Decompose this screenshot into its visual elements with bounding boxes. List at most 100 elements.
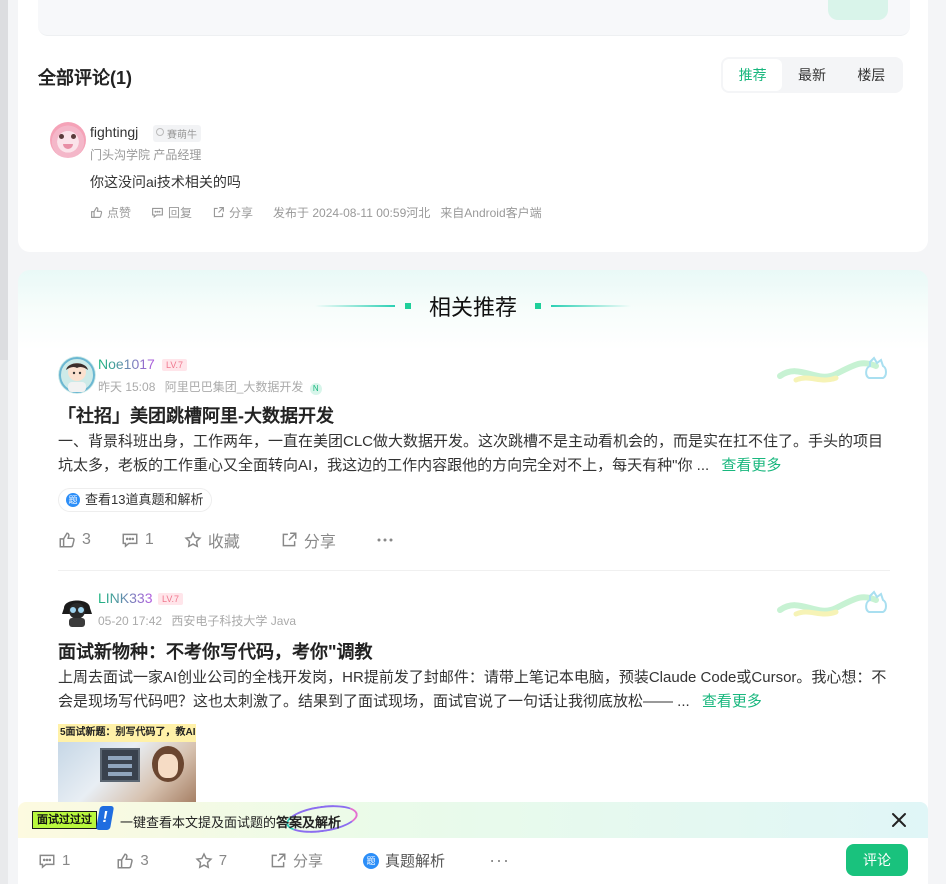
comment-button[interactable]: 1 bbox=[38, 852, 70, 870]
status-badge: 賽萌牛 bbox=[153, 125, 201, 142]
divider bbox=[314, 305, 395, 307]
comment-author-info: 门头沟学院 产品经理 bbox=[90, 148, 202, 162]
chip-label: 查看13道真题和解析 bbox=[85, 492, 204, 507]
like-button[interactable]: 3 bbox=[116, 852, 149, 870]
comment-published-time: 发布于 2024-08-11 00:59 bbox=[273, 206, 407, 220]
related-recommendations: 相关推荐 Noe1017 LV.7 昨天 15:08 阿里巴巴集团_大数据开发 … bbox=[18, 270, 928, 884]
comments-title: 全部评论(1) bbox=[38, 68, 132, 88]
answers-banner[interactable]: 面试过过过 ! 一键查看本文提及面试题的答案及解析 bbox=[18, 801, 928, 838]
comment-icon bbox=[122, 533, 138, 548]
solutions-button[interactable]: 题 真题解析 bbox=[363, 850, 445, 871]
avatar[interactable] bbox=[58, 590, 96, 628]
sort-tabs: 推荐 最新 楼层 bbox=[721, 57, 903, 93]
read-more-link[interactable]: 查看更多 bbox=[702, 693, 762, 710]
solutions-label: 真题解析 bbox=[385, 853, 446, 870]
more-icon: ··· bbox=[489, 850, 511, 870]
tab-latest[interactable]: 最新 bbox=[782, 59, 841, 91]
share-icon bbox=[282, 532, 297, 547]
banner-text-prefix: 一键查看本文提及面试题的 bbox=[120, 815, 277, 830]
badge-icon bbox=[156, 128, 164, 136]
share-label: 分享 bbox=[229, 206, 254, 220]
question-icon: 题 bbox=[363, 852, 380, 869]
post-org: 阿里巴巴集团_大数据开发 bbox=[164, 380, 304, 394]
like-button[interactable]: 3 bbox=[58, 531, 91, 549]
thumbnail-caption: 5面试新题：别写代码了，教AI写 bbox=[58, 724, 196, 742]
thumbnail-face bbox=[158, 754, 178, 778]
more-button[interactable] bbox=[376, 531, 400, 549]
previous-section-bottom bbox=[38, 0, 910, 36]
share-icon bbox=[271, 853, 286, 867]
badge-label: 賽萌牛 bbox=[167, 130, 197, 141]
star-button[interactable]: 7 bbox=[195, 851, 228, 870]
share-button[interactable]: 分享 bbox=[280, 528, 336, 552]
thumb-up-icon bbox=[59, 532, 75, 548]
level-badge: LV.7 bbox=[158, 593, 184, 605]
star-icon bbox=[195, 851, 213, 869]
like-count: 3 bbox=[82, 531, 91, 548]
like-count: 3 bbox=[140, 852, 149, 869]
banner-text[interactable]: 一键查看本文提及面试题的答案及解析 bbox=[120, 812, 341, 831]
avatar[interactable] bbox=[50, 122, 86, 158]
more-icon bbox=[377, 538, 393, 542]
share-button[interactable]: 分享 bbox=[269, 850, 323, 871]
tab-recommended[interactable]: 推荐 bbox=[723, 59, 783, 91]
comment-icon bbox=[39, 854, 55, 869]
post-meta: 昨天 15:08 阿里巴巴集团_大数据开发 N bbox=[98, 378, 322, 395]
tab-floor[interactable]: 楼层 bbox=[842, 59, 901, 91]
comment-count: 1 bbox=[62, 852, 71, 869]
like-label: 点赞 bbox=[107, 206, 132, 220]
thumb-up-icon bbox=[117, 853, 134, 868]
post-author-name: Noe1017 bbox=[98, 356, 155, 372]
post-body: 上周去面试一家AI创业公司的全栈开发岗，HR提前发了封邮件：请带上笔记本电脑，预… bbox=[58, 669, 887, 710]
comments-card: 全部评论(1) 推荐 最新 楼层 fightingj 賽萌牛 门头沟学院 产品经… bbox=[18, 0, 928, 252]
post-actions: 3 1 收藏 分享 bbox=[58, 528, 400, 552]
share-label: 分享 bbox=[303, 534, 336, 551]
post-title[interactable]: 面试新物种：不考你写代码，考你"调教 bbox=[58, 638, 373, 664]
post-time: 05-20 17:42 bbox=[98, 614, 163, 628]
comment-submit-button[interactable]: 评论 bbox=[846, 844, 908, 876]
thumbnail-screen bbox=[100, 748, 140, 782]
reply-label: 回复 bbox=[168, 206, 193, 220]
section-title: 相关推荐 bbox=[428, 295, 517, 320]
comment-text: 你这没问ai技术相关的吗 bbox=[90, 174, 241, 190]
decor-square bbox=[535, 303, 541, 309]
verified-icon: N bbox=[309, 383, 322, 395]
thumb-up-icon bbox=[91, 207, 103, 218]
scrollbar-thumb[interactable] bbox=[0, 0, 8, 360]
star-icon bbox=[184, 531, 202, 548]
post-excerpt: 上周去面试一家AI创业公司的全栈开发岗，HR提前发了封邮件：请带上笔记本电脑，预… bbox=[58, 666, 890, 714]
decoration-icon bbox=[777, 356, 887, 383]
collect-label: 收藏 bbox=[207, 534, 240, 551]
post-meta: 05-20 17:42 西安电子科技大学 Java bbox=[98, 612, 296, 629]
comment-icon bbox=[152, 207, 163, 219]
more-button[interactable]: ··· bbox=[489, 850, 510, 871]
share-button[interactable]: 分享 bbox=[212, 204, 253, 221]
bottom-action-bar: 1 3 7 分享 题 真题解析 ··· 评论 bbox=[18, 838, 928, 884]
question-icon: 题 bbox=[66, 493, 80, 507]
avatar[interactable] bbox=[58, 356, 96, 394]
post-item[interactable]: LINK333 LV.7 05-20 17:42 西安电子科技大学 Java 面… bbox=[58, 590, 890, 810]
comment-button[interactable]: 1 bbox=[121, 531, 154, 549]
previous-section-tab bbox=[828, 0, 888, 20]
reply-button[interactable]: 回复 bbox=[151, 204, 192, 221]
post-author[interactable]: Noe1017 bbox=[98, 356, 155, 372]
like-button[interactable]: 点赞 bbox=[90, 204, 131, 221]
divider bbox=[58, 570, 890, 571]
post-item[interactable]: Noe1017 LV.7 昨天 15:08 阿里巴巴集团_大数据开发 N 「社招… bbox=[58, 356, 890, 556]
section-header: 相关推荐 bbox=[18, 292, 928, 320]
questions-chip[interactable]: 题 查看13道真题和解析 bbox=[58, 488, 213, 512]
comment-count: 1 bbox=[144, 531, 154, 548]
comment-author[interactable]: fightingj bbox=[90, 124, 138, 140]
star-count: 7 bbox=[218, 852, 228, 869]
close-icon[interactable] bbox=[888, 809, 910, 831]
comment-location: 河北 bbox=[406, 206, 431, 220]
post-author[interactable]: LINK333 bbox=[98, 590, 152, 606]
collect-button[interactable]: 收藏 bbox=[184, 528, 240, 552]
read-more-link[interactable]: 查看更多 bbox=[721, 457, 781, 474]
page-scrollbar[interactable] bbox=[0, 0, 8, 884]
post-thumbnail[interactable]: 5面试新题：别写代码了，教AI写 bbox=[58, 724, 196, 804]
banner-tag: 面试过过过 bbox=[32, 811, 97, 829]
level-badge: LV.7 bbox=[162, 359, 188, 371]
share-icon bbox=[213, 207, 224, 218]
post-title[interactable]: 「社招」美团跳槽阿里-大数据开发 bbox=[58, 402, 334, 428]
